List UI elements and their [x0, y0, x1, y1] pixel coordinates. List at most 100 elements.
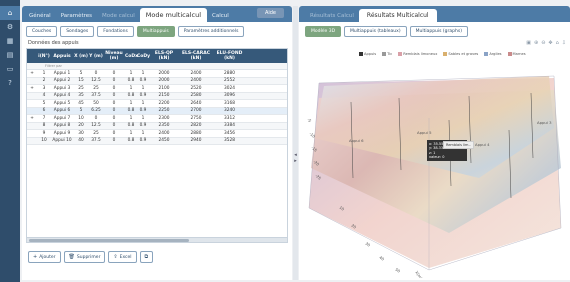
panel-splitter[interactable]: ◂ ▸ [293, 6, 298, 280]
button-label: Excel [119, 254, 132, 260]
legend-swatch [359, 52, 363, 56]
scroll-thumb[interactable] [29, 239, 189, 242]
column-header-y-m[interactable]: Y (m) [89, 54, 103, 59]
subtab-fondations[interactable]: Fondations [97, 26, 134, 37]
subtab-modele-3d[interactable]: Modèle 3D [305, 26, 342, 37]
legend-swatch [443, 52, 448, 56]
button-label: Supprimer [76, 254, 101, 260]
legend-item[interactable]: Tic [382, 52, 392, 56]
subtab-parametres-additionnels[interactable]: Paramètres additionnels [177, 26, 245, 37]
support-label: Appui 5 [417, 130, 432, 135]
subtab-multiappuis-graphs[interactable]: Multiappuis (graphs) [409, 26, 468, 37]
column-header-cody[interactable]: CoDy [137, 54, 150, 59]
table-cell: 0 [94, 115, 98, 121]
column-header-i-n[interactable]: i(N°) [37, 54, 51, 59]
legend-label: Remblais limoneux [403, 52, 438, 56]
ajouter-button[interactable]: + Ajouter [28, 251, 61, 263]
zoom-in-icon[interactable]: ⊕ [534, 40, 538, 46]
grid-actions: + Ajouter 🗑 Supprimer ⇪ Excel ⧉ [28, 251, 288, 263]
supports-grid: i(N°) Appuis X (m) Y (m) Niveau (m) CoDx CoDy E… [26, 48, 288, 243]
column-header-appuis[interactable]: Appuis [51, 54, 73, 59]
table-cell: 2700 [190, 108, 202, 114]
splitter-handle-icon[interactable]: ◂ ▸ [293, 152, 298, 164]
home-icon[interactable]: ⌂ [556, 40, 559, 46]
supprimer-button[interactable]: 🗑 Supprimer [63, 251, 106, 263]
table-row[interactable]: 2 Appui 2 15 12.5 0 0.8 0.9 2000 2400 2552 [27, 77, 287, 85]
tab-parametres[interactable]: Paramètres [56, 10, 97, 22]
legend-item[interactable]: Remblais limoneux [398, 52, 437, 56]
table-cell: 25 [93, 85, 99, 91]
copy-button[interactable]: ⧉ [139, 251, 154, 263]
table-row[interactable]: 6 Appui 6 5 6.25 0 0.8 0.9 2250 2700 3240 [27, 107, 287, 115]
subtab-sondages[interactable]: Sondages [60, 26, 95, 37]
table-row[interactable]: 4 Appui 4 35 37.5 0 0.8 0.9 2150 2580 3096 [27, 92, 287, 100]
table-cell: 25 [93, 130, 99, 136]
download-icon[interactable]: ⇩ [562, 40, 566, 46]
subtab-multiappuis-tableaux[interactable]: Multiappuis (tableaux) [344, 26, 407, 37]
legend-item[interactable]: Appuis [359, 52, 376, 56]
legend-swatch [507, 52, 512, 56]
expand-toggle[interactable]: + [27, 116, 37, 121]
horizontal-scrollbar[interactable] [27, 237, 287, 242]
column-header-codx[interactable]: CoDx [125, 54, 138, 59]
table-cell: 1 [141, 70, 145, 76]
table-cell: Appui 10 [52, 138, 72, 144]
table-row[interactable]: +7 Appui 7 10 0 0 1 1 2300 2750 3312 [27, 115, 287, 123]
tab-calcul[interactable]: Calcul [207, 10, 234, 22]
table-cell: 8 [42, 123, 46, 129]
table-row[interactable]: 8 Appui 8 20 12.5 0 0.8 0.9 2350 2820 3384 [27, 122, 287, 130]
table-cell: 0 [112, 123, 116, 129]
column-header-els-carac-kn[interactable]: ELS-CARAC (kN) [179, 51, 213, 61]
results-tab-bar: Résultats Calcul Résultats Multicalcul [299, 6, 570, 22]
table-cell: 6.25 [91, 108, 101, 114]
expand-toggle[interactable]: + [27, 71, 37, 76]
home-icon[interactable]: ⌂ [0, 6, 20, 20]
help-icon[interactable]: ? [0, 76, 20, 90]
legend-item[interactable]: Sables et graves [443, 52, 478, 56]
column-header-x-m[interactable]: X (m) [73, 54, 89, 59]
table-cell: 0.8 [127, 123, 135, 129]
tab-general[interactable]: Général [24, 10, 56, 22]
subtab-couches[interactable]: Couches [26, 26, 58, 37]
table-cell: 10 [78, 115, 84, 121]
column-header-niveau-m[interactable]: Niveau (m) [103, 51, 125, 61]
legend-label: Appuis [364, 52, 377, 56]
table-cell: 1 [129, 115, 133, 121]
tab-resultats-calcul[interactable]: Résultats Calcul [305, 10, 359, 22]
filter-row[interactable]: Filtrer par [27, 63, 287, 70]
tab-mode-calcul[interactable]: Mode calcul [97, 10, 140, 22]
monitor-icon[interactable]: ▭ [0, 62, 20, 76]
subtab-multiappuis[interactable]: Multiappuis [136, 26, 175, 37]
table-cell: 2000 [158, 78, 170, 84]
expand-toggle[interactable]: + [27, 86, 37, 91]
excel-button[interactable]: ⇪ Excel [108, 251, 137, 263]
upload-icon: ⇪ [113, 254, 118, 260]
column-header-elu-fond-kn[interactable]: ELU-FOND (kN) [213, 51, 246, 61]
table-row[interactable]: 9 Appui 9 30 25 0 1 1 2400 2880 3456 [27, 130, 287, 138]
legend-item[interactable]: Marnes [507, 52, 526, 56]
help-button[interactable]: Aide [256, 8, 284, 18]
grid-icon[interactable]: ▦ [0, 34, 20, 48]
tab-resultats-multicalcul[interactable]: Résultats Multicalcul [358, 9, 437, 22]
table-row[interactable]: 5 Appui 5 45 50 0 1 1 2200 2640 3168 [27, 100, 287, 108]
3d-plot[interactable]: Appui 6Appui 5Appui 4Appui 31020304050-5… [299, 58, 564, 278]
plus-icon: + [33, 254, 38, 260]
camera-icon[interactable]: ▣ [526, 40, 531, 46]
table-cell: Appui 5 [53, 100, 71, 106]
table-cell: 1 [141, 100, 145, 106]
legend-swatch [398, 52, 403, 56]
zoom-out-icon[interactable]: ⊖ [541, 40, 545, 46]
tab-mode-multicalcul[interactable]: Mode multicalcul [139, 8, 207, 22]
table-row[interactable]: 10 Appui 10 40 37.5 0 0.8 0.9 2450 2940 3528 [27, 137, 287, 145]
table-cell: 2400 [190, 70, 202, 76]
table-cell: 2350 [158, 123, 170, 129]
settings-icon[interactable]: ⚙ [0, 20, 20, 34]
pan-icon[interactable]: ✥ [548, 40, 552, 46]
table-row[interactable]: +1 Appui 1 5 0 0 1 1 2000 2400 2880 [27, 70, 287, 78]
column-header-els-qp-kn[interactable]: ELS-QP (kN) [149, 51, 179, 61]
calculator-icon[interactable]: ▤ [0, 48, 20, 62]
x-axis-tick: 40 [378, 255, 385, 262]
table-cell: 50 [93, 100, 99, 106]
table-row[interactable]: +3 Appui 3 25 25 0 1 1 2100 2520 3024 [27, 85, 287, 93]
legend-item[interactable]: Argiles [484, 52, 502, 56]
